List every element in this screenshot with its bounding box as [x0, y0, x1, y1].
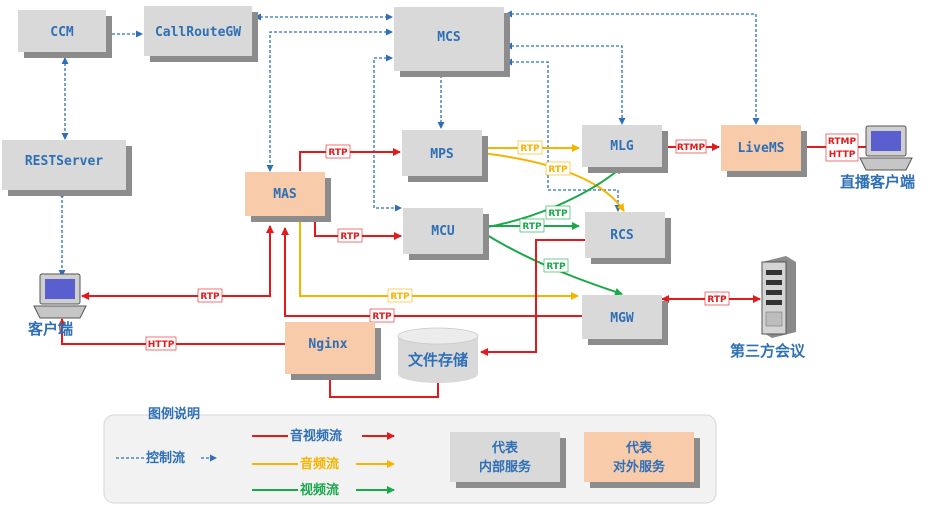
node-rcs: RCS: [585, 212, 671, 264]
tag-rtp-mcu-mgw: RTP: [543, 258, 569, 273]
svg-text:RTP: RTP: [340, 232, 360, 242]
tag-rtp-mas-mcu: RTP: [337, 228, 363, 243]
tag-rtp-mgw-mas: RTP: [369, 308, 395, 323]
svg-text:MLG: MLG: [610, 139, 634, 154]
svg-text:RTP: RTP: [390, 292, 410, 302]
svg-text:RTP: RTP: [522, 222, 542, 232]
tag-rtmp-mlg-livems: RTMP: [675, 139, 707, 154]
node-mps: MPS: [402, 130, 488, 182]
legend-internal-line1: 代表: [491, 440, 519, 456]
svg-text:MCU: MCU: [431, 224, 455, 239]
legend-internal-line2: 内部服务: [479, 459, 532, 475]
live-client-label: 直播客户端: [840, 173, 915, 191]
node-callroutegw: CallRouteGW: [144, 6, 258, 62]
svg-text:RTP: RTP: [200, 292, 220, 302]
svg-text:MAS: MAS: [273, 187, 297, 202]
svg-text:RESTServer: RESTServer: [25, 154, 103, 169]
architecture-diagram: 图例说明 控制流 音视频流 音频流 视频流 代表 内部服务 代表 对外服务 RT…: [2, 6, 915, 504]
node-mlg: MLG: [582, 125, 668, 173]
node-restserver: RESTServer: [2, 140, 132, 196]
node-mas: MAS: [245, 172, 331, 222]
third-party-label: 第三方会议: [730, 342, 806, 360]
tag-rtmp-http-livems-client: RTMP HTTP: [825, 133, 859, 162]
legend-control-label: 控制流: [146, 450, 185, 466]
svg-text:RTP: RTP: [548, 165, 568, 175]
services: CCM CallRouteGW MCS RESTServer MPS MLG L…: [2, 6, 807, 383]
node-mgw: MGW: [582, 295, 668, 345]
svg-text:LiveMS: LiveMS: [738, 141, 785, 156]
svg-text:Nginx: Nginx: [308, 337, 347, 352]
svg-text:HTTP: HTTP: [829, 150, 856, 160]
tag-rtp-mas-client: RTP: [197, 288, 223, 303]
svg-text:MPS: MPS: [430, 147, 454, 162]
svg-text:MCS: MCS: [437, 30, 461, 45]
node-ccm: CCM: [18, 10, 112, 58]
svg-text:RCS: RCS: [610, 228, 634, 243]
live-client-computer-icon: [859, 125, 913, 171]
svg-text:CCM: CCM: [50, 25, 74, 40]
svg-text:RTP: RTP: [328, 148, 348, 158]
svg-text:CallRouteGW: CallRouteGW: [155, 25, 241, 40]
tag-rtp-mcu-rcs: RTP: [519, 218, 545, 233]
node-nginx: Nginx: [285, 322, 381, 380]
tag-rtp-mps-mlg: RTP: [517, 140, 543, 155]
svg-text:MGW: MGW: [610, 311, 634, 326]
tag-rtp-mcu-mlg: RTP: [545, 205, 571, 220]
tag-rtp-mgw-thirdparty: RTP: [704, 291, 730, 306]
svg-text:RTP: RTP: [520, 144, 540, 154]
legend-title: 图例说明: [148, 406, 200, 422]
svg-text:HTTP: HTTP: [148, 340, 175, 350]
control-mcs-mcu: [373, 54, 402, 212]
tag-rtp-mas-mgw: RTP: [387, 288, 413, 303]
svg-text:RTP: RTP: [707, 295, 727, 305]
computer-icon: [33, 273, 87, 319]
av-mas-client: [81, 225, 274, 300]
svg-text:RTP: RTP: [546, 262, 566, 272]
control-mcs-mlg: [505, 42, 626, 125]
legend-external-line2: 对外服务: [613, 459, 666, 475]
legend-external-line1: 代表: [625, 440, 653, 456]
client-label: 客户端: [27, 320, 73, 338]
server-icon: [761, 256, 796, 338]
svg-text:RTMP: RTMP: [677, 143, 706, 153]
svg-text:RTMP: RTMP: [828, 137, 857, 147]
svg-text:RTP: RTP: [548, 209, 568, 219]
legend-av-label: 音视频流: [290, 428, 342, 444]
legend-audio-label: 音频流: [300, 456, 339, 472]
svg-text:RTP: RTP: [372, 312, 392, 322]
node-mcu: MCU: [403, 208, 489, 260]
tag-http-nginx-client: HTTP: [145, 336, 177, 351]
svg-text:文件存储: 文件存储: [408, 351, 468, 369]
legend: 图例说明 控制流 音视频流 音频流 视频流 代表 内部服务 代表 对外服务: [103, 406, 717, 504]
node-livems: LiveMS: [721, 125, 807, 177]
tag-rtp-mas-mps: RTP: [325, 144, 351, 159]
node-file-storage: 文件存储: [397, 327, 479, 383]
control-mcs-livems: [505, 10, 760, 125]
tag-rtp-mps-rcs: RTP: [545, 161, 571, 176]
node-mcs: MCS: [394, 7, 510, 77]
legend-video-label: 视频流: [300, 482, 339, 498]
